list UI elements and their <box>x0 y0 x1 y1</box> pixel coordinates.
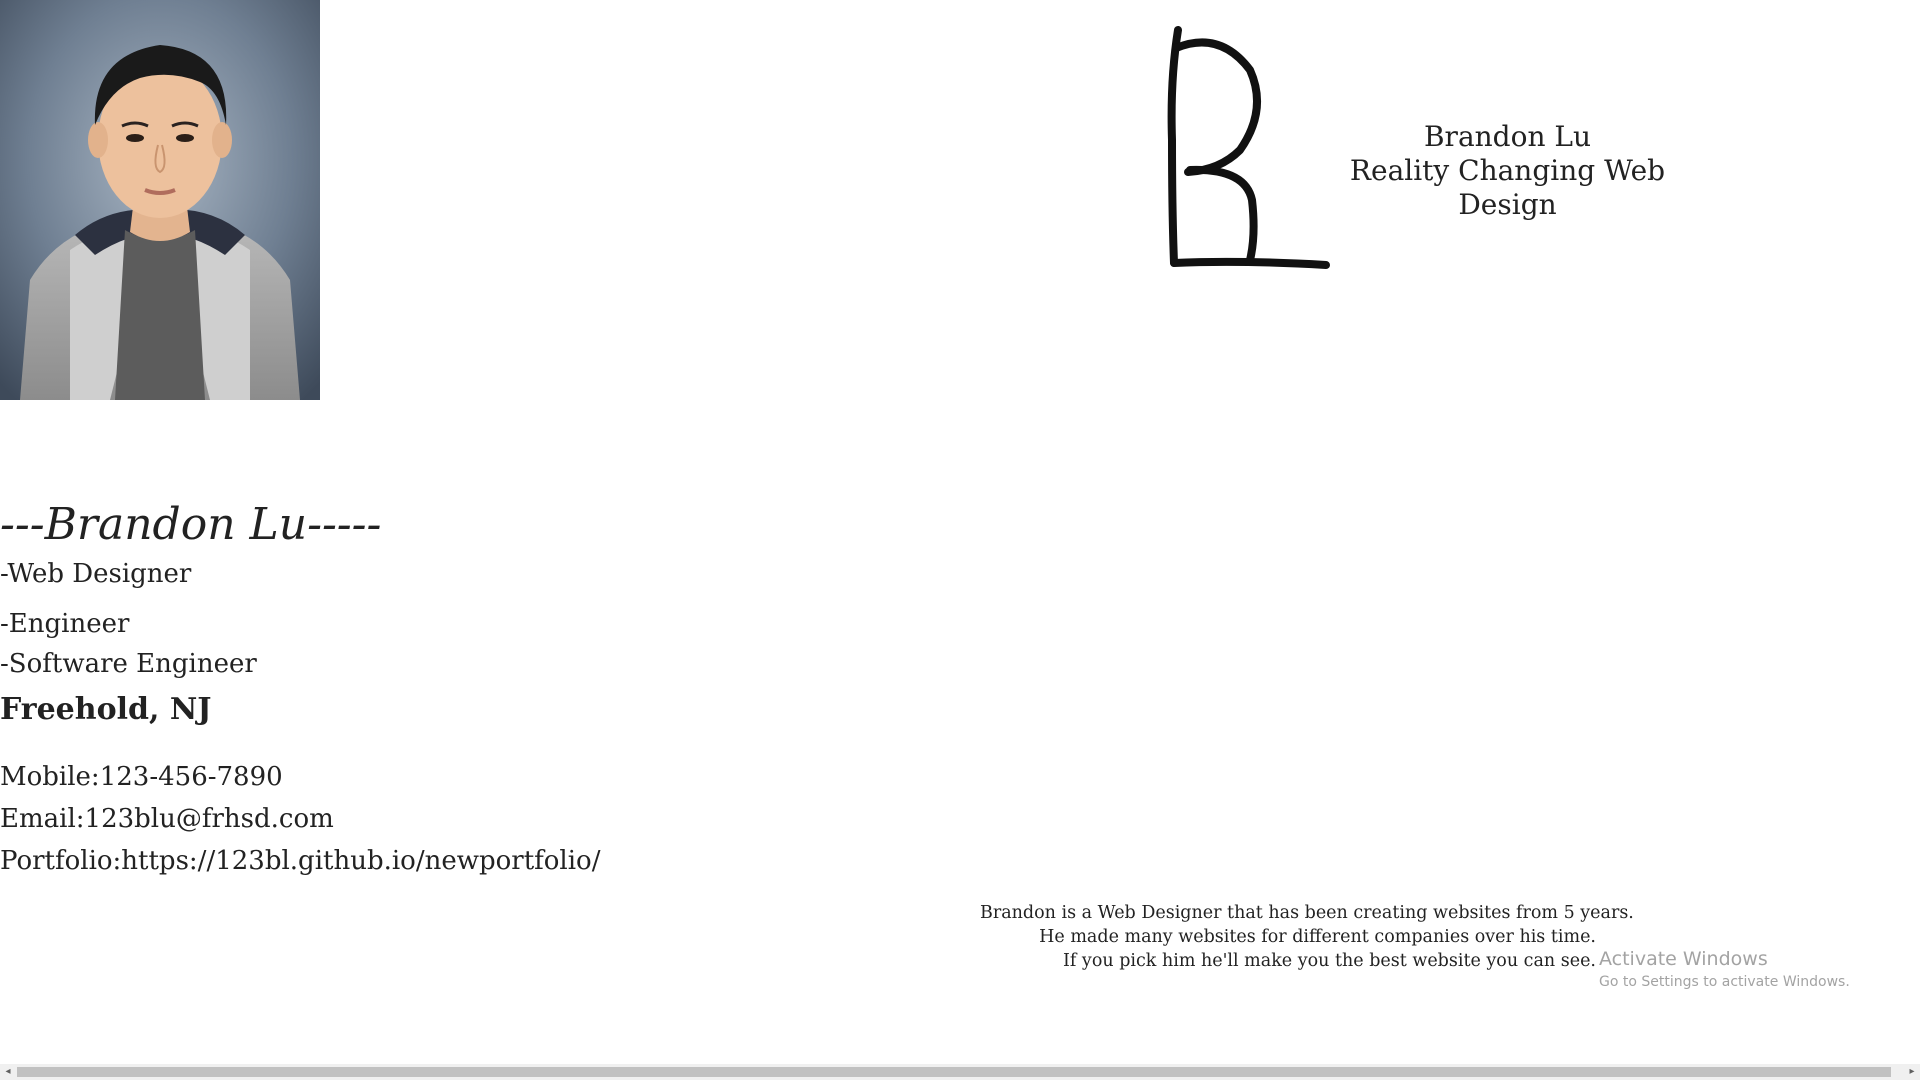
watermark-subtitle: Go to Settings to activate Windows. <box>1599 974 1850 990</box>
about-line: If you pick him he'll make you the best … <box>1062 951 1596 971</box>
scrollbar-thumb[interactable] <box>17 1067 1891 1077</box>
scroll-left-arrow-icon[interactable]: ◂ <box>0 1064 16 1080</box>
contact-email: Email:123blu@frhsd.com <box>0 804 334 834</box>
contact-portfolio: Portfolio:https://123bl.github.io/newpor… <box>0 846 601 876</box>
role-engineer: -Engineer <box>0 609 130 639</box>
watermark-title: Activate Windows <box>1599 948 1768 970</box>
role-software-engineer: -Software Engineer <box>0 649 257 679</box>
about-paragraph: Brandon is a Web Designer that has been … <box>980 901 1634 973</box>
about-line: Brandon is a Web Designer that has been … <box>980 903 1634 923</box>
about-line: He made many websites for different comp… <box>1039 927 1596 947</box>
contact-mobile: Mobile:123-456-7890 <box>0 762 283 792</box>
scroll-right-arrow-icon[interactable]: ▸ <box>1904 1064 1920 1080</box>
name-heading: ---Brandon Lu----- <box>0 499 382 550</box>
page: Brandon Lu Reality Changing Web Design -… <box>0 0 1920 1080</box>
role-web-designer: -Web Designer <box>0 559 192 589</box>
brand-tagline: Brandon Lu Reality Changing Web Design <box>1300 120 1715 222</box>
brand-slogan: Reality Changing Web Design <box>1349 154 1666 221</box>
profile-photo <box>0 0 320 400</box>
brand-name: Brandon Lu <box>1423 120 1592 153</box>
activate-windows-watermark: Activate Windows Go to Settings to activ… <box>1599 947 1850 992</box>
location: Freehold, NJ <box>0 692 212 727</box>
horizontal-scrollbar[interactable]: ◂ ▸ <box>0 1064 1920 1080</box>
